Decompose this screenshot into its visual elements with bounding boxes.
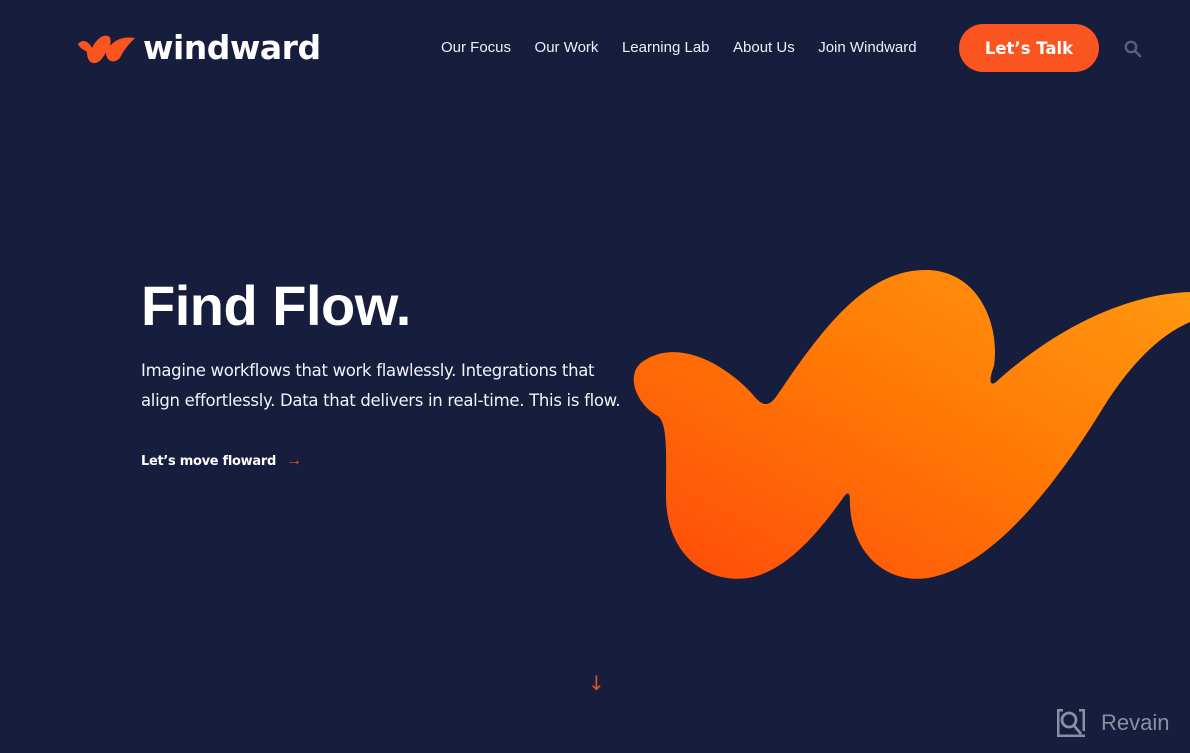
nav-our-work[interactable]: Our Work (535, 38, 599, 58)
search-icon[interactable] (1124, 40, 1142, 58)
nav-learning-lab[interactable]: Learning Lab (622, 38, 710, 58)
windward-logo[interactable]: windward (75, 30, 321, 66)
nav-our-focus[interactable]: Our Focus (441, 38, 511, 58)
revain-label: Revain (1101, 710, 1170, 735)
logo-wordmark: windward (143, 28, 321, 67)
windward-w-graphic (633, 269, 1190, 579)
revain-logo-icon (1057, 709, 1085, 737)
arrow-right-icon: → (285, 452, 302, 469)
scroll-down-arrow-icon[interactable]: ↓ (588, 671, 605, 695)
lets-talk-button[interactable]: Let’s Talk (959, 24, 1099, 72)
w-shape (633, 269, 1190, 579)
nav-join-windward[interactable]: Join Windward (818, 38, 916, 58)
hero-link-label: Let’s move floward (141, 453, 276, 469)
hero-description: Imagine workflows that work flawlessly. … (141, 361, 621, 410)
main-nav: Our Focus Our Work Learning Lab About Us… (441, 38, 940, 58)
windward-logo-icon (78, 35, 135, 64)
page: windward Our Focus Our Work Learning Lab… (0, 0, 1190, 753)
lets-move-floward-link[interactable]: Let’s move floward → (141, 452, 302, 470)
hero-title: Find Flow. (141, 274, 411, 337)
nav-about-us[interactable]: About Us (733, 38, 795, 58)
revain-watermark: Revain (1055, 707, 1169, 739)
